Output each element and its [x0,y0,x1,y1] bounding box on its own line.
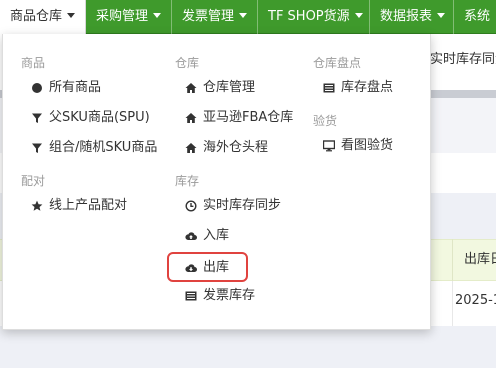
menu-item-label: 父SKU商品(SPU) [49,110,150,125]
menu-item-all-products[interactable]: 所有商品 [31,76,101,100]
nav-label: 采购管理 [96,9,149,24]
nav-reports[interactable]: 数据报表 [370,0,454,34]
caret-down-icon [67,13,76,18]
outbound-highlight-box [167,252,248,282]
menu-item-realtime-sync[interactable]: 实时库存同步 [185,194,281,218]
menu-item-parent-sku[interactable]: 父SKU商品(SPU) [31,106,150,130]
section-heading-inspection: 验货 [313,114,338,128]
menu-item-label: 亚马逊FBA仓库 [203,110,294,125]
section-heading-warehouse: 仓库 [175,56,200,70]
home-icon [185,113,197,123]
menu-item-online-pairing[interactable]: 线上产品配对 [31,194,127,218]
nav-label: 数据报表 [380,9,433,24]
caret-down-icon [437,13,446,18]
monitor-icon [323,140,335,152]
cloud-upload-icon [185,232,197,240]
nav-tf-shop-sources[interactable]: TF SHOP货源 [258,0,370,34]
caret-down-icon [153,13,162,18]
menu-item-label: 库存盘点 [341,80,394,95]
section-heading-inventory: 库存 [175,174,200,188]
menu-item-warehouse-mgmt[interactable]: 仓库管理 [185,76,255,100]
page-bottom [0,326,496,368]
list-icon [185,291,197,301]
nav-label: 发票管理 [182,9,235,24]
top-navbar: 商品仓库 采购管理 发票管理 TF SHOP货源 数据报表 系统 [0,0,496,34]
menu-item-label: 实时库存同步 [203,198,282,213]
home-icon [185,143,197,153]
menu-item-label: 组合/随机SKU商品 [49,140,158,155]
products-warehouse-dropdown: 商品 所有商品 父SKU商品(SPU) 组合/随机SKU商品 配对 线上产品配对… [2,34,431,330]
list-icon [323,83,335,93]
nav-system[interactable]: 系统 [454,0,496,34]
menu-item-label: 所有商品 [49,80,102,95]
table-cell-date: 2025-1 [452,281,496,326]
caret-down-icon [354,13,363,18]
menu-item-overseas-first-leg[interactable]: 海外仓头程 [185,136,268,160]
nav-products-warehouse[interactable]: 商品仓库 [0,0,86,34]
menu-item-label: 入库 [203,228,230,243]
circle-icon [32,83,42,93]
menu-item-photo-inspection[interactable]: 看图验货 [323,134,393,158]
table-header-outbound-date[interactable]: 出库日 [452,239,496,281]
section-heading-stocktake: 仓库盘点 [313,56,362,70]
menu-item-label: 线上产品配对 [49,198,128,213]
menu-item-label: 发票库存 [203,288,256,303]
home-icon [185,83,197,93]
menu-item-label: 仓库管理 [203,80,256,95]
nav-invoices[interactable]: 发票管理 [172,0,258,34]
menu-item-label: 看图验货 [341,138,394,153]
menu-item-label: 海外仓头程 [203,140,269,155]
filter-icon [32,143,42,153]
nav-label: 系统 [464,9,491,24]
section-heading-products: 商品 [21,56,46,70]
menu-item-combo-sku[interactable]: 组合/随机SKU商品 [31,136,157,160]
nav-purchasing[interactable]: 采购管理 [86,0,172,34]
filter-icon [32,113,42,123]
nav-label: 商品仓库 [10,9,63,24]
star-icon [31,200,43,211]
menu-item-amazon-fba[interactable]: 亚马逊FBA仓库 [185,106,293,130]
caret-down-icon [239,13,248,18]
nav-label: TF SHOP货源 [268,9,350,24]
clock-icon [185,200,197,212]
menu-item-inbound[interactable]: 入库 [185,224,229,248]
menu-item-invoice-inventory[interactable]: 发票库存 [185,284,255,308]
menu-item-stocktake[interactable]: 库存盘点 [323,76,393,100]
page-tab-realtime-sync[interactable]: 实时库存同步 [430,48,496,67]
section-heading-pairing: 配对 [21,174,46,188]
